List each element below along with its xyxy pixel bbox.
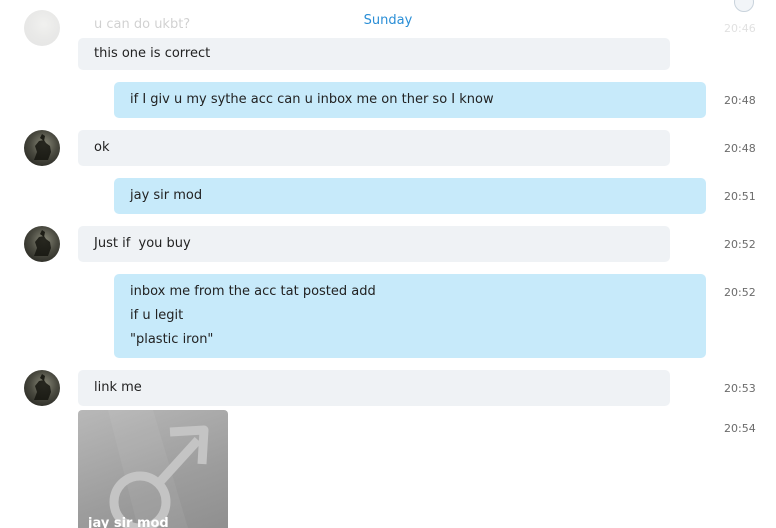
message-bubble-incoming[interactable]: ok	[78, 130, 670, 166]
horse-rider-icon	[34, 230, 51, 256]
message-timestamp: 20:54	[724, 422, 756, 435]
avatar[interactable]	[24, 130, 60, 166]
message-text: if u legit	[130, 308, 184, 323]
horse-rider-icon	[34, 134, 51, 160]
message-timestamp: 20:48	[724, 142, 756, 155]
male-symbol-icon	[108, 410, 209, 528]
message-bubble-incoming[interactable]: Just if you buy	[78, 226, 670, 262]
avatar[interactable]	[24, 226, 60, 262]
message-bubble-outgoing[interactable]: jay sir mod	[114, 178, 706, 214]
message-text: inbox me from the acc tat posted add	[130, 284, 376, 299]
message-bubble-outgoing[interactable]: inbox me from the acc tat posted add if …	[114, 274, 706, 358]
message-bubble-incoming[interactable]: this one is correct	[78, 38, 670, 70]
message-timestamp: 20:52	[724, 286, 756, 299]
message-text: if I giv u my sythe acc can u inbox me o…	[130, 92, 494, 107]
message-timestamp: 20:51	[724, 190, 756, 203]
message-bubble-incoming[interactable]: link me	[78, 370, 670, 406]
avatar[interactable]	[24, 370, 60, 406]
scroll-indicator-icon[interactable]	[734, 0, 754, 12]
horse-rider-icon	[34, 374, 51, 400]
message-text: "plastic iron"	[130, 332, 214, 347]
message-text: ok	[94, 140, 110, 155]
image-attachment[interactable]: jay sir mod	[78, 410, 228, 528]
message-text: link me	[94, 380, 142, 395]
message-bubble-outgoing[interactable]: if I giv u my sythe acc can u inbox me o…	[114, 82, 706, 118]
message-text: this one is correct	[94, 46, 211, 61]
message-text: Just if you buy	[94, 236, 191, 251]
message-text: jay sir mod	[130, 188, 203, 203]
message-timestamp: 20:53	[724, 382, 756, 395]
message-timestamp: 20:52	[724, 238, 756, 251]
image-caption: jay sir mod	[88, 516, 169, 528]
message-timestamp: 20:48	[724, 94, 756, 107]
message-timestamp: 20:46	[724, 22, 756, 35]
avatar[interactable]	[24, 10, 60, 46]
faded-message-text: u can do ukbt?	[94, 17, 191, 32]
